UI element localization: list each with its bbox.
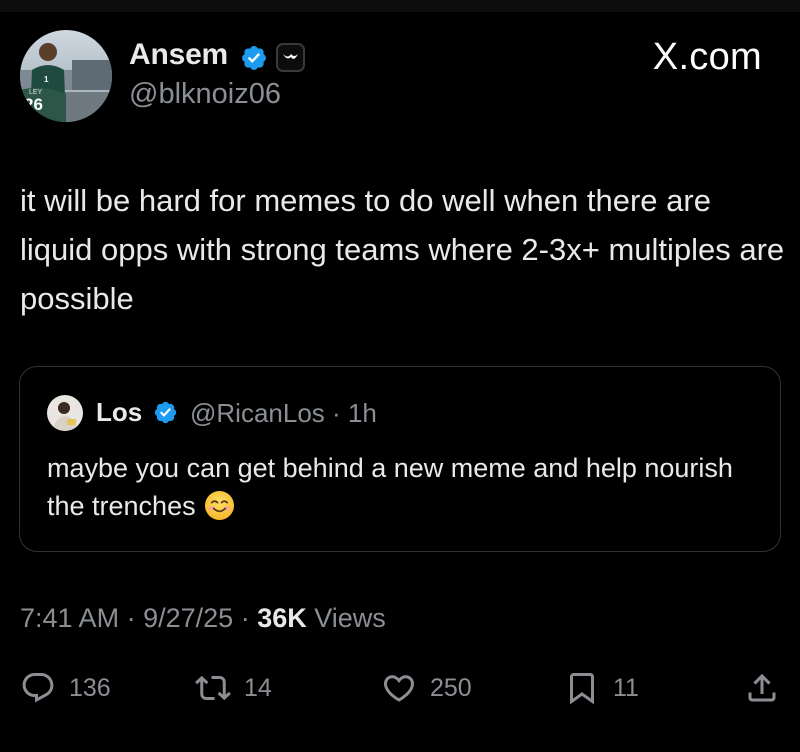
author-name[interactable]: Ansem	[129, 38, 228, 72]
repost-count: 14	[244, 673, 272, 702]
svg-text:1: 1	[44, 75, 49, 84]
bookmark-icon	[570, 673, 594, 705]
quote-author-name[interactable]: Los	[96, 397, 142, 428]
quote-author-meta[interactable]: @RicanLos · 1h	[190, 398, 377, 429]
svg-text:LEY: LEY	[29, 89, 43, 96]
tweet-time: 7:41 AM	[20, 603, 120, 633]
like-button[interactable]: 250	[381, 668, 472, 708]
affiliate-badge-icon[interactable]	[276, 43, 305, 72]
quote-author-handle[interactable]: @RicanLos	[190, 398, 325, 428]
bookmark-count: 11	[613, 673, 639, 702]
quote-text: maybe you can get behind a new meme and …	[47, 449, 762, 525]
tweet-text: it will be hard for memes to do well whe…	[20, 183, 785, 316]
reply-count: 136	[69, 673, 111, 702]
separator: ·	[126, 603, 136, 633]
bookmark-button[interactable]: 11	[564, 668, 639, 708]
author-avatar[interactable]: 26 LEY 1	[20, 30, 112, 122]
reply-button[interactable]: 136	[20, 668, 111, 708]
views-label: Views	[314, 603, 386, 633]
site-logo: X.com	[652, 36, 762, 78]
smiling-face-emoji-icon	[204, 490, 234, 521]
separator: ·	[332, 398, 341, 428]
svg-text:26: 26	[24, 95, 43, 114]
quote-author-avatar[interactable]	[47, 395, 83, 431]
repost-button[interactable]: 14	[195, 668, 272, 708]
tweet-meta: 7:41 AM · 9/27/25 · 36K Views	[20, 603, 386, 634]
top-bar	[0, 0, 800, 12]
quote-text-body: maybe you can get behind a new meme and …	[47, 453, 733, 521]
like-count: 250	[430, 673, 472, 702]
author-handle[interactable]: @blknoiz06	[129, 78, 281, 111]
share-icon	[748, 673, 776, 702]
quote-tweet-card[interactable]: Los @RicanLos · 1h maybe you can get beh…	[19, 366, 781, 552]
repost-icon	[195, 675, 231, 701]
reply-icon	[22, 673, 54, 703]
like-icon	[383, 675, 415, 702]
verified-icon	[154, 401, 177, 424]
quote-time: 1h	[347, 398, 377, 428]
share-button[interactable]	[744, 668, 780, 708]
verified-icon	[242, 46, 266, 70]
tweet-date: 9/27/25	[143, 603, 234, 633]
separator: ·	[240, 603, 250, 633]
views-count: 36K	[257, 603, 307, 633]
